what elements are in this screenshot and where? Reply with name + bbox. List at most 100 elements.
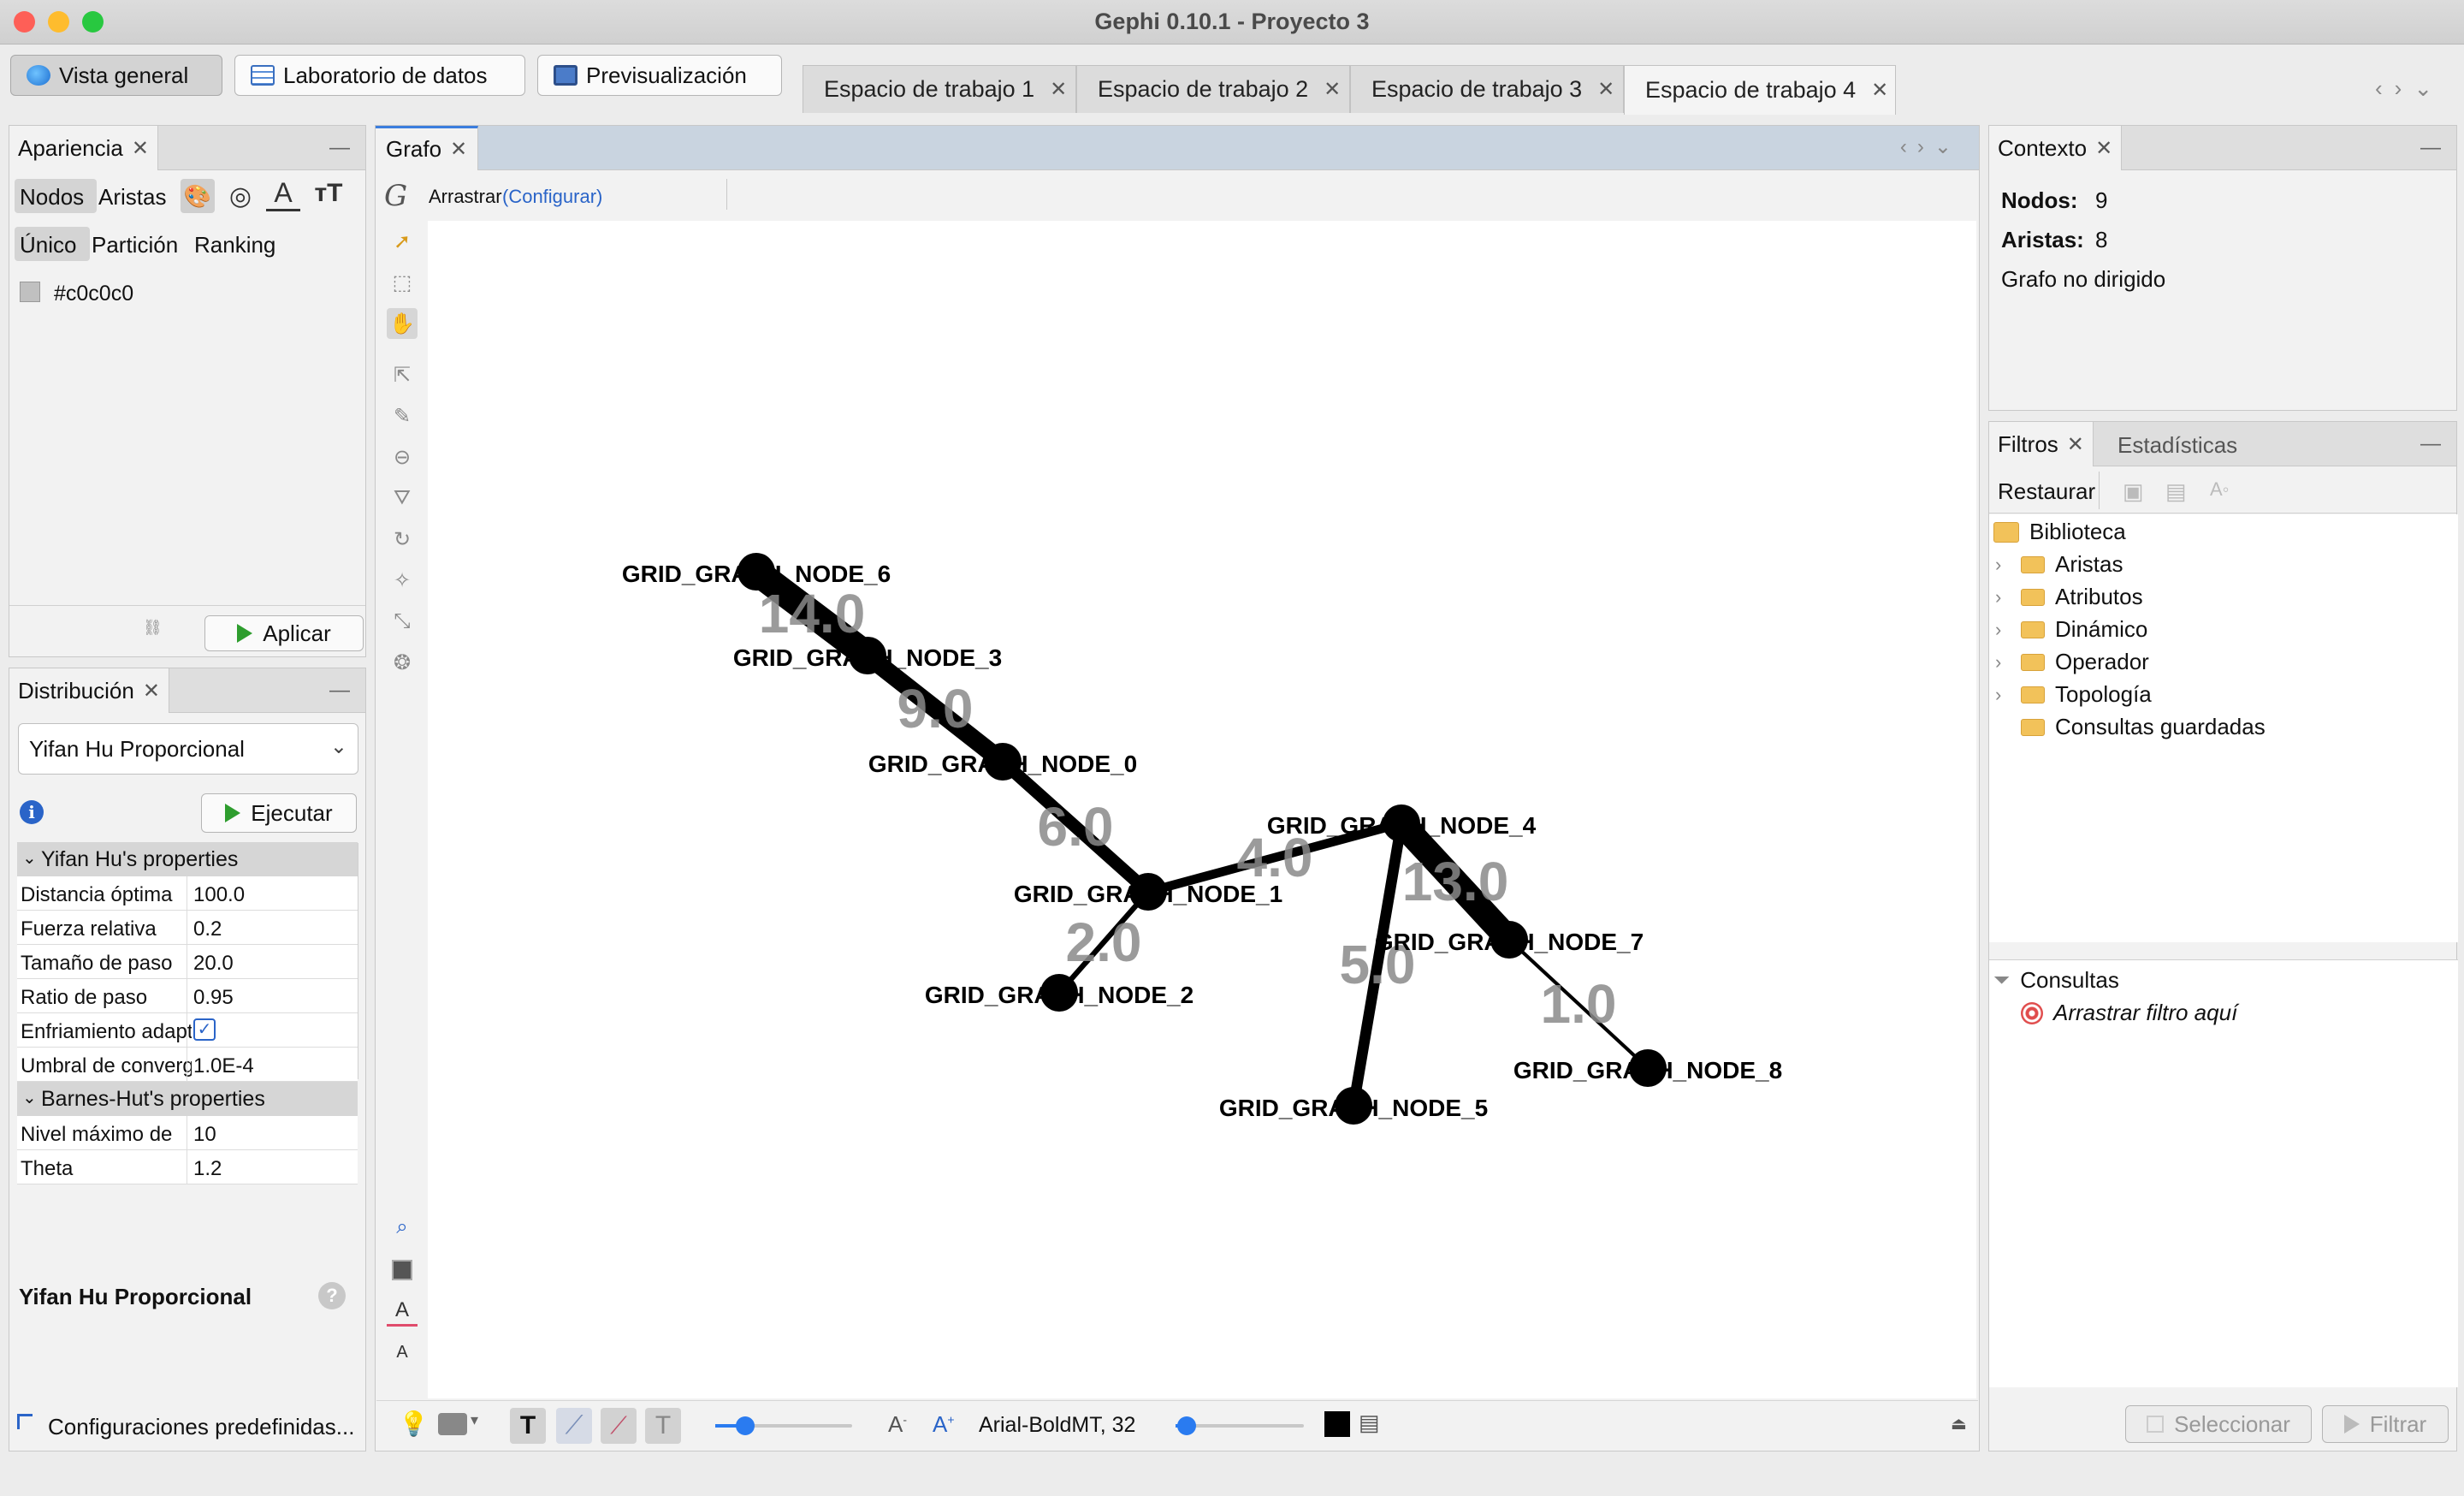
auto-refresh-icon[interactable]: A◦ xyxy=(2210,478,2229,501)
show-edge-labels-icon[interactable]: T xyxy=(645,1408,681,1444)
show-edges-icon[interactable]: ⟋ xyxy=(556,1408,592,1444)
lightbulb-icon[interactable]: 💡 xyxy=(399,1410,429,1438)
save-query-icon[interactable]: ▤ xyxy=(2165,478,2187,505)
chevron-right-icon[interactable]: › xyxy=(1995,554,2011,576)
preview-button[interactable]: Previsualización xyxy=(537,55,782,96)
font-decrease-icon[interactable]: A- xyxy=(888,1411,907,1438)
subtab-partition[interactable]: Partición xyxy=(92,232,178,258)
subtab-unique[interactable]: Único xyxy=(15,227,90,261)
label-color-swatch[interactable] xyxy=(1324,1411,1350,1437)
section-yifan-hu[interactable]: ⌄ Yifan Hu's properties xyxy=(17,842,358,876)
chevron-down-icon[interactable]: ▾ xyxy=(471,1411,478,1429)
panel-nav-controls[interactable]: ‹›⌄ xyxy=(1900,134,1962,159)
chevron-right-icon[interactable]: › xyxy=(1995,651,2011,674)
color-swatch[interactable] xyxy=(20,282,40,302)
apply-button[interactable]: Aplicar xyxy=(204,615,364,651)
section-barnes-hut[interactable]: ⌄ Barnes-Hut's properties xyxy=(17,1082,358,1116)
minimize-icon[interactable]: — xyxy=(2420,432,2441,456)
tab-filters[interactable]: Filtros ✕ xyxy=(1989,422,2094,466)
tab-workspace-1[interactable]: Espacio de trabajo 1 ✕ xyxy=(803,65,1076,113)
label-color-icon[interactable]: A xyxy=(387,1296,418,1327)
pencil-icon[interactable]: ✎ xyxy=(387,401,418,431)
minimize-icon[interactable]: — xyxy=(2420,136,2441,160)
select-button[interactable]: Seleccionar xyxy=(2125,1405,2312,1443)
edge-pencil-icon[interactable]: ⤡ xyxy=(387,606,418,637)
tree-item-attributes[interactable]: › Atributos xyxy=(1995,584,2143,610)
tree-item-topology[interactable]: › Topología xyxy=(1995,681,2152,708)
configure-link[interactable]: (Configurar) xyxy=(502,186,602,208)
zoom-icon[interactable]: ⌕ xyxy=(387,1212,418,1243)
tab-workspace-2[interactable]: Espacio de trabajo 2 ✕ xyxy=(1076,65,1350,113)
screenshot-icon[interactable] xyxy=(438,1413,467,1435)
property-row[interactable]: Fuerza relativa 0.2 xyxy=(17,911,358,945)
layout-algorithm-select[interactable]: Yifan Hu Proporcional ⌄ xyxy=(18,723,358,775)
tab-statistics[interactable]: Estadísticas xyxy=(2118,432,2237,459)
property-value[interactable]: 0.2 xyxy=(193,917,222,941)
data-laboratory-button[interactable]: Laboratorio de datos xyxy=(234,55,525,96)
reset-icon[interactable]: ↻ xyxy=(387,524,418,555)
palette-icon[interactable]: 🎨 xyxy=(181,179,215,213)
tab-workspace-4[interactable]: Espacio de trabajo 4 ✕ xyxy=(1624,65,1896,115)
slider-thumb[interactable] xyxy=(736,1416,755,1435)
show-node-labels-icon[interactable]: T xyxy=(510,1408,546,1444)
property-value[interactable]: 100.0 xyxy=(193,883,245,907)
property-row[interactable]: Enfriamiento adaptativo✓ xyxy=(17,1013,358,1048)
slider-thumb[interactable] xyxy=(1177,1416,1196,1435)
property-value[interactable]: 10 xyxy=(193,1123,216,1147)
presets-link[interactable]: Configuraciones predefinidas... xyxy=(48,1414,354,1440)
filter-button[interactable]: Filtrar xyxy=(2322,1405,2449,1443)
tab-scroll-controls[interactable]: ‹›⌄ xyxy=(2375,75,2444,102)
tree-item-dynamic[interactable]: › Dinámico xyxy=(1995,616,2147,643)
chevron-right-icon[interactable]: › xyxy=(1995,619,2011,641)
close-icon[interactable]: ✕ xyxy=(450,137,467,162)
heat-map-icon[interactable]: ❂ xyxy=(387,647,418,678)
reset-button[interactable]: Restaurar xyxy=(1998,478,2095,505)
tree-item-operator[interactable]: › Operador xyxy=(1995,649,2149,675)
close-icon[interactable]: ✕ xyxy=(2095,136,2112,161)
property-value[interactable]: 0.95 xyxy=(193,986,234,1010)
edit-icon[interactable]: ⇱ xyxy=(387,359,418,390)
queries-root[interactable]: ⏷ Consultas xyxy=(1993,967,2119,994)
tab-context[interactable]: Contexto ✕ xyxy=(1989,126,2123,170)
font-increase-icon[interactable]: A+ xyxy=(933,1411,955,1438)
tab-appearance[interactable]: Apariencia ✕ xyxy=(9,126,158,170)
export-icon[interactable]: ▣ xyxy=(2123,478,2144,505)
tab-graph[interactable]: Grafo ✕ xyxy=(376,126,479,170)
drag-hand-icon[interactable]: ✋ xyxy=(387,308,418,339)
chevron-right-icon[interactable]: › xyxy=(1995,586,2011,608)
tab-layout[interactable]: Distribución ✕ xyxy=(9,668,169,713)
minimize-icon[interactable]: — xyxy=(329,679,350,703)
property-value[interactable]: 1.0E-4 xyxy=(193,1054,254,1078)
close-icon[interactable]: ✕ xyxy=(132,136,149,161)
close-icon[interactable]: ✕ xyxy=(1050,77,1067,102)
label-font-value[interactable]: Arial-BoldMT, 32 xyxy=(979,1413,1135,1438)
mode-edges-button[interactable]: Aristas xyxy=(98,184,166,211)
graph-canvas[interactable]: 14.0 9.0 6.0 4.0 2.0 13.0 5.0 1.0 GRID_GRAPH_NOD… xyxy=(428,221,1976,1398)
edge-color-icon[interactable]: ⟋ xyxy=(601,1408,637,1444)
info-icon[interactable]: i xyxy=(20,800,44,824)
tree-item-saved-queries[interactable]: Consultas guardadas xyxy=(1995,714,2266,740)
background-color-icon[interactable] xyxy=(387,1255,418,1285)
help-icon[interactable]: ? xyxy=(318,1282,346,1309)
subtab-ranking[interactable]: Ranking xyxy=(194,232,275,258)
property-row[interactable]: Theta 1.2 xyxy=(17,1150,358,1184)
label-font-icon[interactable]: A xyxy=(387,1337,418,1368)
label-color-icon[interactable]: A xyxy=(266,177,300,211)
minimize-icon[interactable]: — xyxy=(329,136,350,160)
property-row[interactable]: Tamaño de paso 20.0 xyxy=(17,945,358,979)
shortest-path-icon[interactable]: ⊖ xyxy=(387,442,418,472)
select-arrow-icon[interactable]: ➚ xyxy=(387,226,418,257)
overview-button[interactable]: Vista general xyxy=(10,55,222,96)
close-icon[interactable]: ✕ xyxy=(143,679,160,703)
chevron-right-icon[interactable]: › xyxy=(1995,684,2011,706)
property-row[interactable]: Ratio de paso 0.95 xyxy=(17,979,358,1013)
tab-workspace-3[interactable]: Espacio de trabajo 3 ✕ xyxy=(1350,65,1624,113)
property-row[interactable]: Distancia óptima 100.0 xyxy=(17,876,358,911)
eject-icon[interactable]: ⏏ xyxy=(1951,1413,1967,1434)
close-icon[interactable]: ✕ xyxy=(1871,78,1888,103)
close-icon[interactable]: ✕ xyxy=(2067,432,2084,457)
property-value[interactable]: 20.0 xyxy=(193,952,234,976)
mode-nodes-button[interactable]: Nodos xyxy=(15,179,97,213)
tree-item-edges[interactable]: › Aristas xyxy=(1995,551,2123,578)
attributes-icon[interactable]: ▤ xyxy=(1359,1410,1380,1436)
